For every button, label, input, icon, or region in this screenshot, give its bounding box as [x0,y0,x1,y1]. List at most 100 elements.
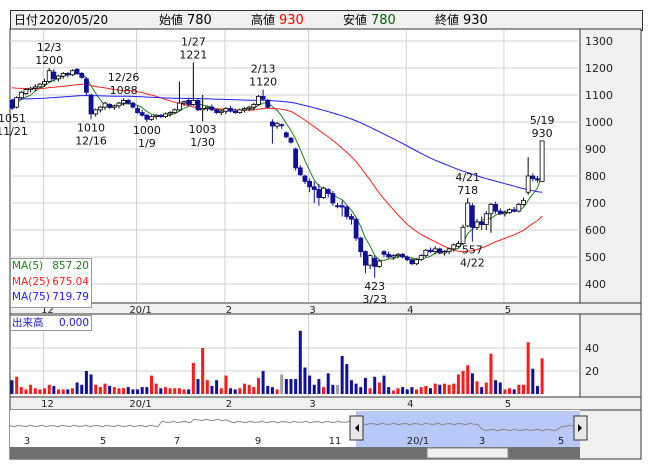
candle-body [130,102,136,108]
candle-body [209,106,215,111]
volume-bar [294,379,298,394]
price-annotation: 4/22 [460,257,485,270]
price-annotation: 4/21 [455,171,480,184]
volume-bar [466,365,470,394]
candle-body [325,189,331,194]
volume-bar [252,387,256,394]
volume-bar [210,385,214,394]
price-annotation: 5/19 [530,114,555,127]
candle-body [367,255,373,266]
volume-bar [66,389,70,394]
candle-body [181,101,187,104]
candle-body [395,253,401,257]
volume-bar [349,380,353,394]
candle-body [84,78,89,93]
navigator-label: 11 [329,436,342,447]
volume-bar [270,387,274,394]
volume-bar [15,376,19,394]
candle-body [353,218,359,239]
candle-body [297,167,303,176]
candle-body [251,104,257,108]
volume-bar [24,389,28,394]
volume-bar [163,387,167,394]
candle-body [176,102,182,111]
candle-body [386,253,392,258]
volume-bar [84,371,88,394]
volume-bar [363,377,367,394]
volume-bar [215,380,219,394]
price-tick-label: 400 [585,278,606,291]
month-label: 3 [309,305,315,316]
candle-body [56,75,61,80]
volume-bar [224,375,228,394]
candle-body [404,256,410,261]
volume-bar [391,390,395,394]
candle-body [358,237,364,253]
volume-bar [531,368,535,394]
price-tick-label: 1100 [585,89,613,102]
legend-ma75: MA(75) 719.79 [11,290,91,306]
scrollbar-thumb[interactable] [426,447,509,459]
volume-bar [122,388,126,394]
price-annotation: 1120 [249,76,277,89]
volume-bar [61,389,65,394]
volume-bar [498,382,502,394]
candle-body [107,104,113,108]
candle-body [116,102,122,107]
price-annotation: 3/23 [362,293,387,306]
volume-bar [461,371,465,394]
candle-body [372,257,378,267]
volume-bar [452,383,456,394]
candle-body [428,249,433,253]
candle-body [37,83,43,88]
price-tick-label: 1300 [585,35,613,48]
month-label: 4 [407,305,413,316]
candle-body [279,124,285,127]
stock-chart-widget: 日付 2020/05/20 始値 780 高値 930 安値 780 終値 93… [0,0,652,469]
candle-body [14,97,20,108]
price-annotation: 423 [364,280,385,293]
candle-body [539,140,545,182]
candle-body [302,175,308,182]
candle-body [344,206,350,217]
volume-bar [280,374,284,394]
candle-body [153,114,159,118]
volume-bar [233,389,237,394]
legend-ma75-name: MA(75) [12,291,50,303]
candle-body [511,209,517,212]
price-annotation: 1010 [77,121,105,134]
volume-bar [112,387,116,394]
candle-body [149,116,154,120]
volume-month-label: 2 [226,399,232,410]
navigator-label: 9 [255,436,261,447]
volume-bar [94,384,98,394]
price-annotation: 1/9 [138,137,156,150]
volume-bar [159,388,163,394]
candle-body [400,253,406,258]
price-annotation: 12/16 [75,134,107,147]
volume-bar [442,383,446,394]
chart-canvas: 1300 1200 1100 1000 900 800 700 600 500 400 40 20 12… [0,28,642,460]
candle-body [51,71,57,80]
volume-bar [373,376,377,394]
volume-bar [140,387,144,394]
price-annotation: 12/3 [37,41,62,54]
volume-month-label: 3 [309,399,315,410]
candle-body [223,108,229,112]
volume-bar [475,381,479,394]
candle-body [23,89,29,95]
candle-body [474,221,480,228]
volume-bar [154,383,158,394]
volume-bar [177,388,181,394]
candle-body [74,68,80,74]
candle-body [446,248,452,252]
price-tick-label: 700 [585,197,606,210]
volume-bar [289,379,293,394]
volume-bar [331,384,335,394]
candle-body [32,86,38,89]
volume-bar [401,387,405,394]
candle-body [307,180,313,188]
volume-bar [89,374,93,394]
navigator-selection [356,411,580,447]
volume-bar [438,384,442,394]
